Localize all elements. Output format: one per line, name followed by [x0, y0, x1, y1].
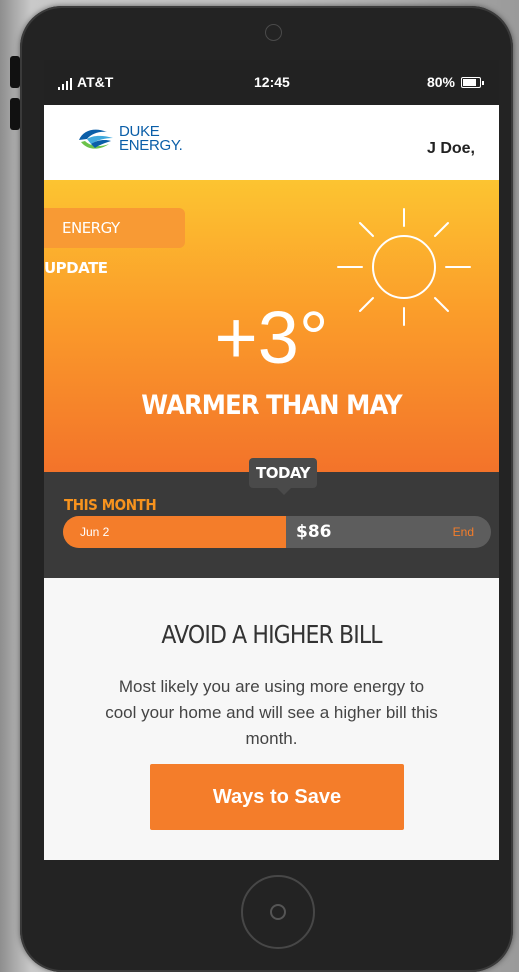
tag-bold: UPDATE [44, 259, 108, 277]
tag-regular: ENERGY [62, 219, 120, 237]
today-marker: TODAY [249, 458, 317, 488]
app-screen: AT&T 12:45 80% DUKE ENERGY. J Doe, ENERG… [44, 60, 499, 860]
billing-progress-panel: TODAY THIS MONTH Jun 2 $86 End [44, 458, 499, 578]
energy-update-tag: ENERGY UPDATE [44, 208, 185, 277]
today-pointer [277, 488, 291, 495]
tip-section: AVOID A HIGHER BILL Most likely you are … [44, 578, 499, 860]
current-amount: $86 [296, 522, 332, 542]
carrier-label: AT&T [77, 74, 114, 90]
flame-logo-icon [79, 129, 113, 149]
app-header: DUKE ENERGY. J Doe, [44, 105, 499, 180]
side-button-1 [10, 56, 20, 88]
battery-icon [461, 76, 484, 88]
period-end-label: End [452, 525, 474, 539]
tip-title: AVOID A HIGHER BILL [161, 620, 382, 649]
clock: 12:45 [254, 74, 290, 90]
battery-percent: 80% [426, 74, 455, 90]
camera-lens [265, 24, 282, 41]
battery-group: 80% [426, 74, 484, 90]
duke-energy-logo[interactable]: DUKE ENERGY. [77, 124, 183, 154]
home-button[interactable] [241, 875, 315, 949]
period-label: THIS MONTH [64, 496, 157, 514]
tip-body: Most likely you are using more energy to… [105, 677, 438, 748]
user-name[interactable]: J Doe, [427, 140, 475, 158]
billing-progress-bar: Jun 2 $86 End [63, 516, 491, 548]
ways-to-save-button[interactable]: Ways to Save [150, 764, 404, 830]
temperature-headline: WARMER THAN MAY [141, 390, 402, 421]
side-button-2 [10, 98, 20, 130]
home-button-icon [270, 904, 286, 920]
period-start-label: Jun 2 [80, 525, 110, 539]
energy-update-hero: ENERGY UPDATE +3° WARMER THAN MAY [44, 180, 499, 472]
carrier-group: AT&T [58, 74, 113, 90]
signal-icon [58, 78, 72, 90]
brand-line-2: ENERGY. [119, 137, 183, 154]
temperature-delta: +3° [214, 296, 329, 379]
brand-wordmark: DUKE ENERGY. [119, 124, 183, 154]
status-bar: AT&T 12:45 80% [44, 60, 499, 105]
